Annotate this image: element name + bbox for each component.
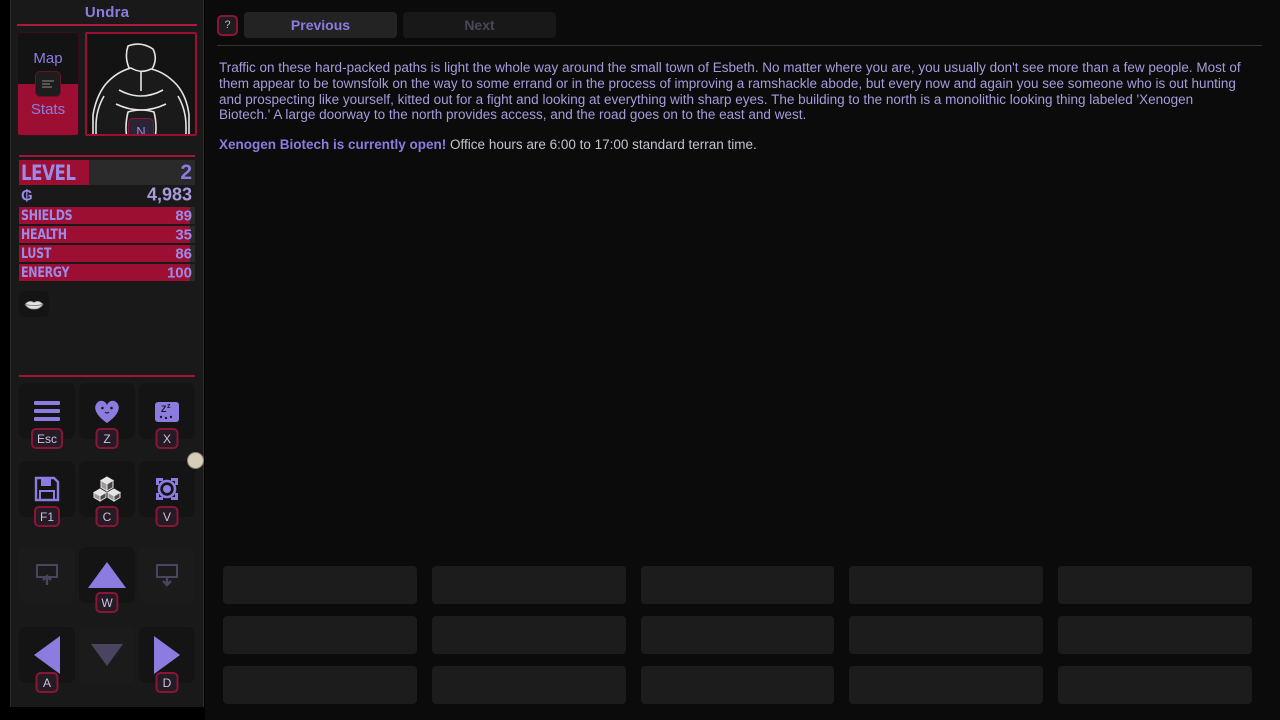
appearance-keycap: Z [95,428,119,449]
action-button[interactable] [1058,566,1252,604]
menu-button[interactable]: Esc [19,383,75,449]
collapse-icon[interactable] [35,71,61,97]
credits-value: 4,983 [146,184,192,205]
inventory-button[interactable]: C [79,461,135,527]
main-content: ? Previous Next Traffic on these hard-pa… [205,0,1280,720]
character-name: Undra [84,4,130,21]
codex-keycap: V [155,506,179,527]
move-north-keycap: W [95,592,119,613]
status-effects [11,283,203,317]
move-west-keycap: A [35,672,59,693]
svg-text:z: z [167,403,171,410]
navigation-bar: ? Previous Next [205,0,1280,42]
level-bar: LEVEL 2 [19,160,195,185]
exit-down-icon [156,564,178,587]
energy-value: 100 [166,264,192,281]
shields-value: 89 [175,207,192,224]
save-keycap: F1 [33,506,61,527]
store-hours-note: Xenogen Biotech is currently open! Offic… [219,137,1244,153]
action-button[interactable] [223,616,417,654]
action-button[interactable] [640,666,835,704]
lust-label: LUST [21,245,52,262]
previous-button[interactable]: Previous [244,12,397,38]
eye-target-icon [156,478,178,500]
health-bar: HEALTH 35 [19,226,195,243]
exit-up-button[interactable] [19,547,75,603]
action-button-grid [223,566,1252,704]
store-hours-detail: Office hours are 6:00 to 17:00 standard … [446,137,757,153]
menu-button-grid-1: Esc Z Z z X [11,377,203,449]
notification-dot [187,452,204,469]
action-button[interactable] [849,666,1044,704]
action-button[interactable] [223,666,417,704]
menu-button-grid-2: F1 C V [11,452,204,527]
move-south-button[interactable] [79,627,135,683]
character-portrait[interactable]: N [85,32,197,136]
hamburger-icon [34,401,60,421]
next-button: Next [403,12,556,38]
exit-down-button[interactable] [139,547,195,603]
energy-bar: ENERGY 100 [19,264,195,281]
arrow-left-icon [34,636,60,674]
lips-icon[interactable] [19,291,49,317]
move-east-button[interactable]: D [139,627,195,693]
story-paragraph: Traffic on these hard-packed paths is li… [219,60,1241,123]
store-open-status: Xenogen Biotech is currently open! [219,137,447,153]
movement-grid-1: W [11,541,203,613]
level-label: LEVEL [21,160,76,185]
action-button[interactable] [640,566,835,604]
action-button[interactable] [849,616,1044,654]
floppy-icon [34,476,60,502]
action-button[interactable] [431,566,626,604]
health-value: 35 [175,226,192,243]
action-button[interactable] [1058,666,1252,704]
character-sidebar: Undra Map Stats N LEVEL 2 ₲ 4,983 SHIELD… [10,0,204,707]
credits-row: ₲ 4,983 [19,184,195,205]
heart-icon [95,400,119,423]
health-label: HEALTH [21,226,67,243]
level-value: 2 [180,160,192,184]
stats-panel: LEVEL 2 ₲ 4,983 SHIELDS 89 HEALTH 35 LUS… [11,157,203,281]
movement-grid-2: A D [11,621,203,693]
arrow-right-icon [154,636,180,674]
move-west-button[interactable]: A [19,627,75,693]
story-text-panel: Traffic on these hard-packed paths is li… [205,46,1280,153]
menu-keycap: Esc [30,428,64,449]
sleep-icon: Z z [155,402,179,422]
move-north-button[interactable]: W [79,547,135,613]
save-button[interactable]: F1 [19,461,75,527]
exit-up-icon [36,564,58,585]
arrow-down-icon [91,644,123,666]
action-button[interactable] [1058,616,1252,654]
arrow-up-icon [88,562,126,588]
action-button[interactable] [431,666,626,704]
inventory-keycap: C [95,506,119,527]
shields-label: SHIELDS [21,207,73,224]
energy-label: ENERGY [21,264,70,281]
codex-button[interactable]: V [139,452,204,527]
credits-icon: ₲ [21,187,33,204]
appearance-button[interactable]: Z [79,383,135,449]
action-button[interactable] [431,616,626,654]
action-button[interactable] [640,616,835,654]
lust-bar: LUST 86 [19,245,195,262]
action-button[interactable] [223,566,417,604]
action-button[interactable] [849,566,1044,604]
crates-icon [93,476,121,502]
portrait-badge: N [128,118,154,134]
move-east-keycap: D [155,672,179,693]
portrait-row: Map Stats N [11,26,203,136]
lust-value: 86 [175,245,192,262]
shields-bar: SHIELDS 89 [19,207,195,224]
sidebar-tabs: Map Stats [17,32,79,136]
help-button[interactable]: ? [217,14,238,36]
rest-keycap: X [155,428,179,449]
rest-button[interactable]: Z z X [139,383,195,449]
